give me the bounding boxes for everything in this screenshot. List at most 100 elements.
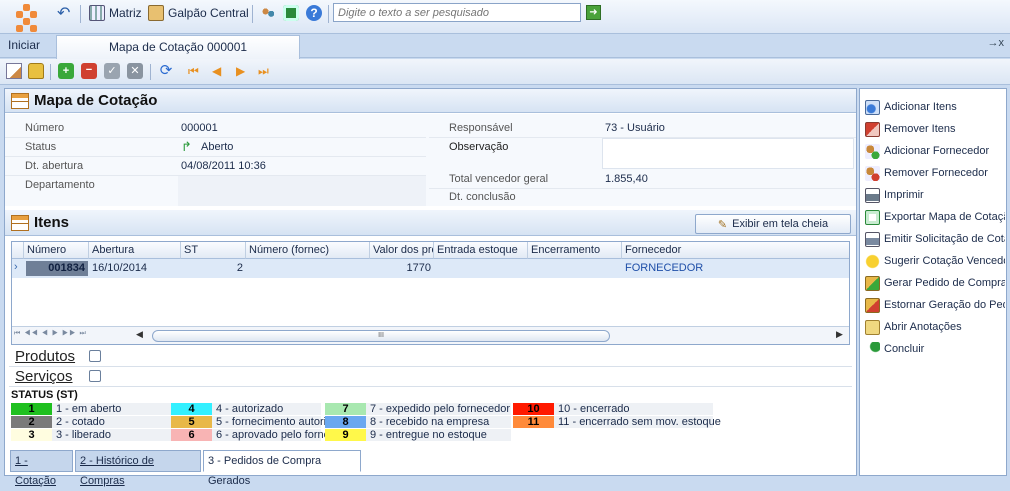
observation-field[interactable]	[602, 138, 854, 169]
legend-swatch: 6	[171, 429, 212, 441]
field-label: Dt. conclusão	[449, 191, 516, 203]
field-row: Total vencedor geral 1.855,40	[429, 170, 856, 189]
tab-generated-orders[interactable]: 3 - Pedidos de Compra Gerados	[203, 450, 361, 487]
field-row: Número 000001	[5, 119, 426, 138]
new-document-icon[interactable]	[6, 63, 22, 79]
refresh-icon[interactable]: ⟳	[158, 63, 174, 79]
location-selector[interactable]: Galpão Central	[148, 3, 249, 23]
sidebar-action[interactable]: Concluir	[865, 340, 1005, 358]
toolbar-divider	[80, 5, 81, 23]
field-row: Departamento	[5, 176, 426, 206]
tab-home[interactable]: Iniciar	[8, 38, 40, 52]
cell-value[interactable]: 1770	[370, 260, 434, 276]
total-winner-value[interactable]: 1.855,40	[605, 173, 648, 185]
add-supplier-icon	[865, 143, 880, 159]
app-logo-icon[interactable]	[10, 2, 42, 34]
products-checkbox[interactable]	[89, 350, 101, 362]
next-record-icon[interactable]: ▶	[236, 63, 252, 79]
services-row: Serviços	[9, 367, 852, 387]
actions-sidebar: Adicionar Itens Remover Itens Adicionar Fo…	[859, 88, 1007, 476]
table-icon	[11, 214, 29, 231]
page-title: Mapa de Cotação	[34, 92, 158, 109]
remove-icon[interactable]: −	[81, 63, 97, 79]
number-value[interactable]: 000001	[181, 122, 218, 134]
open-date-value[interactable]: 04/08/2011 10:36	[181, 160, 266, 172]
status-arrow-icon: ↱	[181, 139, 192, 154]
generate-order-icon	[865, 275, 880, 291]
toolbar-divider	[252, 5, 253, 23]
legend-swatch: 8	[325, 416, 366, 428]
sidebar-action[interactable]: Remover Fornecedor	[865, 164, 1005, 182]
users-icon[interactable]	[260, 5, 276, 21]
pin-icon[interactable]: →x	[988, 37, 1005, 49]
legend-swatch: 10	[513, 403, 554, 415]
legend-text: 11 - encerrado sem mov. estoque	[558, 416, 721, 428]
sidebar-action[interactable]: Imprimir	[865, 186, 1005, 204]
eye-icon[interactable]	[283, 5, 299, 21]
fullscreen-button[interactable]: ✎ Exibir em tela cheia	[695, 214, 851, 234]
horizontal-scrollbar-thumb[interactable]: III	[152, 330, 610, 342]
table-row[interactable]: › 001834 16/10/2014 2 1770 FORNECEDOR	[12, 259, 849, 278]
last-record-icon[interactable]: ⏭	[258, 63, 274, 79]
cell-opening[interactable]: 16/10/2014	[89, 260, 150, 276]
column-header[interactable]: Valor dos pro	[370, 242, 434, 259]
sidebar-action[interactable]: Exportar Mapa de Cotação	[865, 208, 1005, 226]
add-icon[interactable]: +	[58, 63, 74, 79]
scroll-left-icon[interactable]: ◀	[136, 329, 143, 340]
lock-icon[interactable]	[28, 63, 44, 79]
search-go-icon[interactable]: ➜	[586, 5, 601, 20]
search-input[interactable]	[333, 3, 581, 22]
column-header[interactable]: Encerramento	[528, 242, 622, 259]
sidebar-action[interactable]: Sugerir Cotação Vencedora	[865, 252, 1005, 270]
confirm-icon[interactable]: ✓	[104, 63, 120, 79]
column-header[interactable]: ST	[181, 242, 246, 259]
column-header[interactable]: Número (fornec)	[246, 242, 370, 259]
legend-entry: 10 10 - encerrado	[513, 403, 713, 415]
cancel-icon[interactable]: ✕	[127, 63, 143, 79]
first-record-icon[interactable]: ⏮	[188, 63, 204, 79]
remove-items-icon	[865, 121, 880, 137]
sidebar-action[interactable]: Estornar Geração do Pedido	[865, 296, 1005, 314]
sidebar-action[interactable]: Abrir Anotações	[865, 318, 1005, 336]
undo-icon[interactable]: ↶	[57, 3, 70, 23]
column-header[interactable]: Abertura	[89, 242, 181, 259]
legend-text: 10 - encerrado	[558, 403, 630, 415]
column-header[interactable]: Entrada estoque	[434, 242, 528, 259]
scroll-right-icon[interactable]: ▶	[836, 329, 843, 340]
sidebar-action-label: Exportar Mapa de Cotação	[884, 211, 1005, 223]
legend-text: 7 - expedido pelo fornecedor	[370, 403, 511, 415]
grid-navigator[interactable]: ⏮ ◀◀ ◀ ▶ ▶▶ ⏭	[14, 330, 87, 338]
legend-swatch: 5	[171, 416, 212, 428]
items-title: Itens	[34, 214, 70, 231]
field-label: Observação	[449, 141, 509, 153]
previous-record-icon[interactable]: ◀	[212, 63, 228, 79]
status-legend-title: STATUS (ST)	[11, 389, 78, 401]
print-request-icon	[865, 231, 880, 247]
add-items-icon	[865, 99, 880, 115]
department-field[interactable]	[178, 176, 426, 206]
company-label: Matriz	[109, 6, 142, 20]
services-checkbox[interactable]	[89, 370, 101, 382]
legend-text: 2 - cotado	[56, 416, 105, 428]
tab-document[interactable]: Mapa de Cotação 000001	[56, 35, 300, 59]
status-value[interactable]: Aberto	[201, 141, 233, 153]
sidebar-action-label: Remover Itens	[884, 123, 956, 135]
column-header[interactable]: Fornecedor	[622, 242, 849, 259]
company-selector[interactable]: Matriz	[89, 3, 142, 23]
tab-purchase-history[interactable]: 2 - Histórico de Compras	[75, 450, 201, 487]
legend-swatch: 1	[11, 403, 52, 415]
sidebar-action[interactable]: Remover Itens	[865, 120, 1005, 138]
cell-number[interactable]: 001834	[26, 261, 88, 276]
help-icon[interactable]: ?	[306, 5, 322, 21]
sidebar-action[interactable]: Emitir Solicitação de Cotação	[865, 230, 1005, 248]
column-header[interactable]: Número	[24, 242, 89, 259]
sidebar-action[interactable]: Adicionar Itens	[865, 98, 1005, 116]
sidebar-action[interactable]: Adicionar Fornecedor	[865, 142, 1005, 160]
toolbar-divider	[50, 64, 51, 80]
cell-status[interactable]: 2	[181, 260, 246, 276]
responsible-value[interactable]: 73 - Usuário	[605, 122, 665, 134]
sidebar-action[interactable]: Gerar Pedido de Compra	[865, 274, 1005, 292]
tab-quotation[interactable]: 1 - Cotação	[10, 450, 73, 487]
field-label: Responsável	[449, 122, 513, 134]
cell-supplier[interactable]: FORNECEDOR	[622, 260, 706, 276]
